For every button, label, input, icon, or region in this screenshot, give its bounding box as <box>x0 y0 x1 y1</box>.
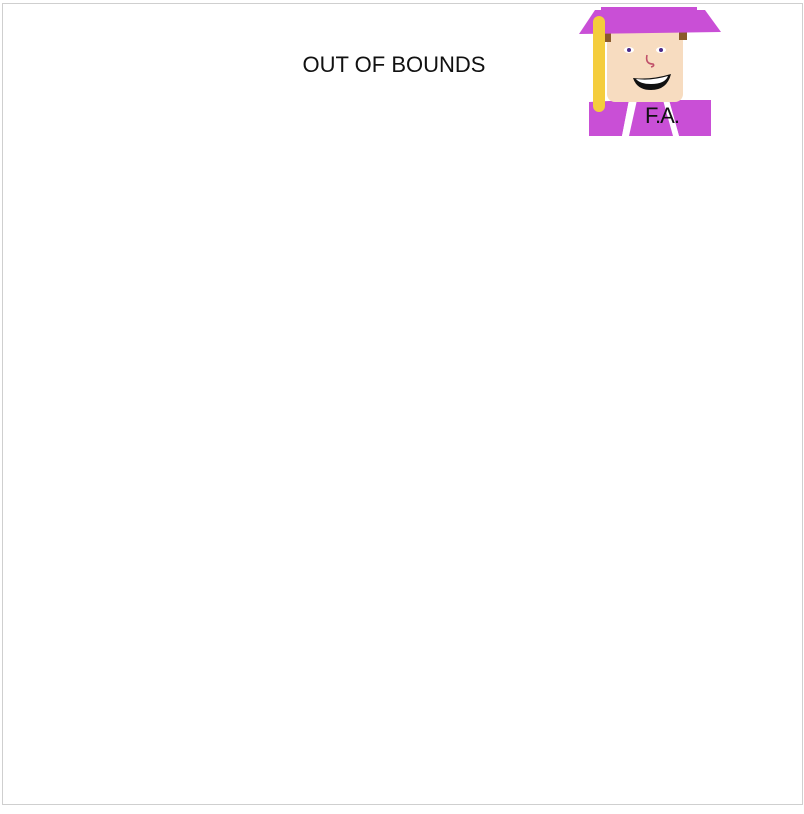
cap-top <box>601 7 697 13</box>
tassel <box>593 16 605 112</box>
face <box>607 32 683 102</box>
game-stage: OUT OF BOUNDS F.A. <box>2 3 803 805</box>
right-pupil <box>659 48 663 52</box>
left-pupil <box>627 48 631 52</box>
player-initials: F.A. <box>645 103 680 128</box>
out-of-bounds-status: OUT OF BOUNDS <box>302 52 486 77</box>
player-sprite: F.A. <box>575 4 723 138</box>
